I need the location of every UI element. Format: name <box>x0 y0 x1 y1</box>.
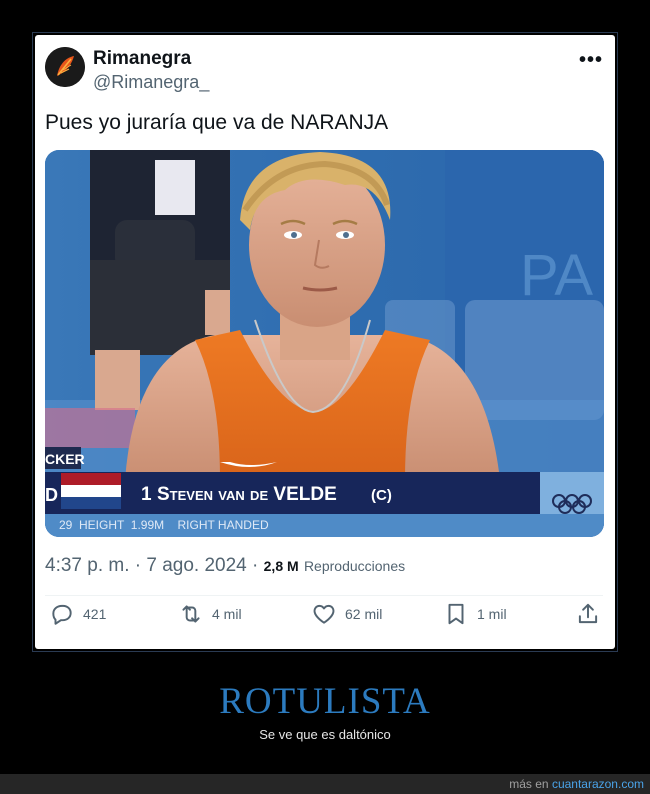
tv-athlete-name: Steven van de VELDE <box>157 484 337 505</box>
share-button[interactable] <box>575 601 601 627</box>
bookmark-count: 1 mil <box>477 606 507 622</box>
retweet-icon <box>182 605 200 623</box>
tweet-meta: 4:37 p. m. · 7 ago. 2024 · 2,8 M Reprodu… <box>45 555 405 577</box>
banner-title: ROTULISTA <box>219 681 431 722</box>
tv-athlete-number: 1 <box>141 484 152 505</box>
user-handle[interactable]: @Rimanegra_ <box>93 72 209 93</box>
more-dots-icon[interactable]: ••• <box>579 49 603 72</box>
tweet-card: Rimanegra @Rimanegra_ ••• Pues yo jurarí… <box>35 35 615 649</box>
reply-count: 421 <box>83 606 107 622</box>
timestamp[interactable]: 4:37 p. m. · 7 ago. 2024 <box>45 555 247 576</box>
like-count: 62 mil <box>345 606 383 622</box>
tweet-text: Pues yo juraría que va de NARANJA <box>45 111 389 134</box>
reply-button[interactable]: 421 <box>49 601 106 627</box>
athlete-photo: PA CKER D 1 Steven van de VELDE (C) 29 H… <box>45 150 604 537</box>
tweet-actions: 421 4 mil 62 mil 1 mil <box>45 601 603 645</box>
bookmark-button[interactable]: 1 mil <box>443 601 507 627</box>
footer-prefix: más en <box>509 777 549 791</box>
reply-icon <box>52 604 72 625</box>
tv-stats-line: 29 HEIGHT 1.99M RIGHT HANDED <box>59 518 269 532</box>
banner-subtitle: Se ve que es daltónico <box>259 727 391 742</box>
bookmark-icon <box>448 603 464 625</box>
divider-top <box>45 595 603 596</box>
footer: más en cuantarazon.com <box>0 774 650 794</box>
tweet-photo[interactable]: PA CKER D 1 Steven van de VELDE (C) 29 H… <box>45 150 604 537</box>
background-letters: PA <box>520 243 593 308</box>
retweet-button[interactable]: 4 mil <box>178 601 242 627</box>
feather-logo-icon <box>45 47 85 87</box>
avatar[interactable] <box>45 47 85 87</box>
share-icon <box>578 603 598 624</box>
netherlands-flag-icon <box>61 473 121 509</box>
tv-partial-label: CKER <box>45 451 85 467</box>
tv-captain-mark: (C) <box>371 487 392 504</box>
display-name[interactable]: Rimanegra <box>93 48 191 70</box>
tv-partial-letter: D <box>45 485 58 505</box>
footer-link[interactable]: cuantarazon.com <box>552 777 644 791</box>
meta-dot: · <box>252 555 264 576</box>
retweet-count: 4 mil <box>212 606 242 622</box>
like-button[interactable]: 62 mil <box>311 601 382 627</box>
views-label: Reproducciones <box>303 558 406 574</box>
views-count: 2,8 M <box>263 558 299 574</box>
heart-icon <box>313 604 335 624</box>
